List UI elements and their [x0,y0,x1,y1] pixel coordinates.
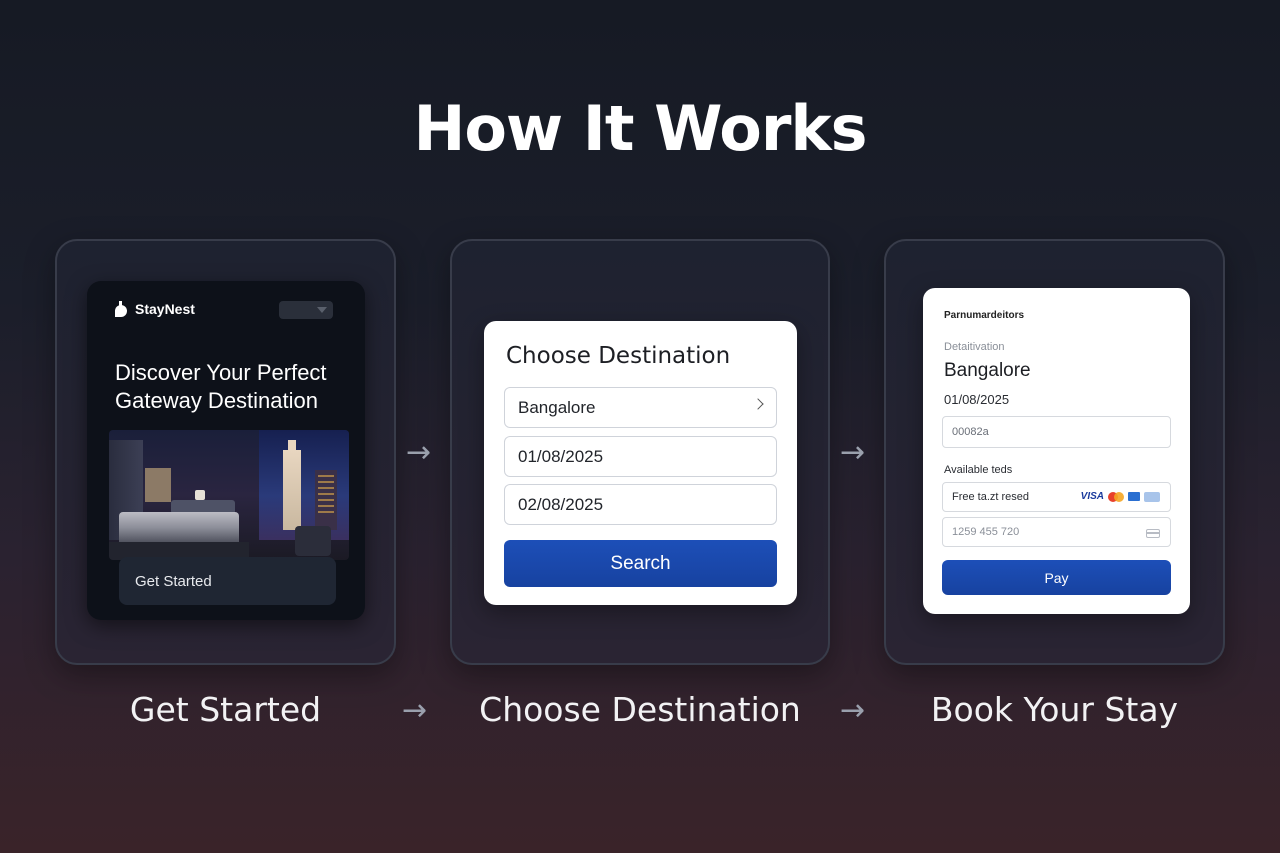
choose-destination-card: Choose Destination Bangalore 01/08/2025 … [484,321,797,605]
destination-label: Detaitivation [944,341,1005,353]
code-input[interactable]: 00082a [942,416,1171,448]
step-label-choose-destination: Choose Destination [479,690,801,729]
get-started-button[interactable]: Get Started [119,557,336,605]
hero-title: Discover Your Perfect Gateway Destinatio… [115,360,327,413]
card-title: Choose Destination [506,343,731,369]
chevron-right-icon [752,398,764,410]
destination-value: Bangalore [518,397,596,417]
card-icon [1144,491,1160,502]
mastercard-icon [1108,491,1124,502]
card-number-input[interactable]: 1259 455 720 [942,517,1171,547]
credit-card-icon [1146,529,1160,538]
checkin-date-field[interactable]: 01/08/2025 [504,436,777,477]
brand: StayNest [115,301,195,317]
code-value: 00082a [952,426,989,438]
card-logos: VISA [1081,491,1160,502]
chevron-down-icon [317,307,327,313]
checkout-value: 02/08/2025 [518,494,604,514]
arrow-right-icon: → [406,435,432,470]
arrow-right-icon: → [840,693,866,728]
brand-name: StayNest [135,301,195,317]
step-label-book-your-stay: Book Your Stay [930,690,1179,729]
visa-icon: VISA [1080,491,1104,502]
amex-icon [1128,492,1140,501]
checkout-date-field[interactable]: 02/08/2025 [504,484,777,525]
payment-option[interactable]: Free ta.zt resed VISA [942,482,1171,512]
available-label: Available teds [944,464,1013,476]
step-label-get-started: Get Started [129,690,322,729]
card-number-value: 1259 455 720 [952,526,1020,538]
payment-option-label: Free ta.zt resed [952,491,1030,503]
page-title: How It Works [413,92,867,165]
staynest-landing-card: StayNest Discover Your Perfect Gateway D… [87,281,365,620]
booking-date: 01/08/2025 [944,392,1010,407]
arrow-right-icon: → [402,693,428,728]
checkin-value: 01/08/2025 [518,446,604,466]
payment-heading: Parnumardeitors [944,310,1025,321]
destination-select[interactable]: Bangalore [504,387,777,428]
menu-toggle[interactable] [279,301,333,319]
search-button[interactable]: Search [504,540,777,587]
staynest-logo-icon [115,301,129,317]
arrow-right-icon: → [840,435,866,470]
booking-payment-card: Parnumardeitors Detaitivation Bangalore … [923,288,1190,614]
pay-button[interactable]: Pay [942,560,1171,595]
hotel-room-image [109,430,349,560]
destination-city: Bangalore [944,360,1031,381]
